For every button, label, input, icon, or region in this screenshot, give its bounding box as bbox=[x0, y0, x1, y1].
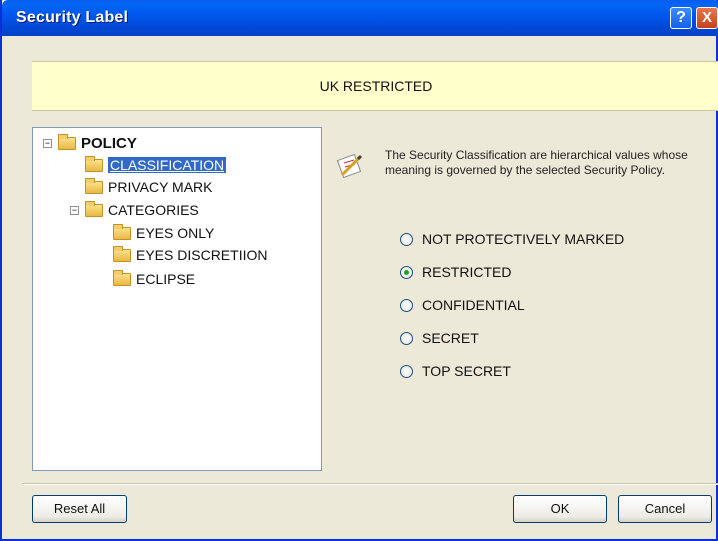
radio-button[interactable] bbox=[400, 331, 413, 345]
folder-icon bbox=[85, 155, 103, 172]
classification-description: The Security Classification are hierarch… bbox=[385, 148, 688, 177]
tree-item-privacy-mark[interactable]: PRIVACY MARK bbox=[85, 177, 213, 197]
option-secret[interactable]: SECRET bbox=[400, 328, 479, 348]
security-label-dialog: Security Label ? X UK RESTRICTED − POLIC… bbox=[0, 0, 718, 541]
classification-pane: The Security Classification are hierarch… bbox=[328, 127, 718, 471]
title-bar[interactable]: Security Label ? X bbox=[2, 0, 718, 36]
policy-tree[interactable]: − POLICY CLASSIFICATION PRIVACY MARK − C… bbox=[32, 127, 322, 471]
banner-text: UK RESTRICTED bbox=[319, 78, 433, 94]
tree-item-label: ECLIPSE bbox=[136, 271, 196, 287]
tree-item-label: EYES DISCRETIION bbox=[136, 247, 268, 263]
button-divider bbox=[22, 483, 718, 485]
help-icon: ? bbox=[676, 9, 686, 26]
security-label-banner: UK RESTRICTED bbox=[32, 61, 718, 111]
help-button[interactable]: ? bbox=[670, 7, 692, 29]
option-top-secret[interactable]: TOP SECRET bbox=[400, 361, 511, 381]
tree-item-policy[interactable]: − POLICY bbox=[43, 133, 137, 153]
option-label: CONFIDENTIAL bbox=[422, 297, 525, 313]
close-button[interactable]: X bbox=[696, 7, 718, 29]
close-icon: X bbox=[701, 9, 712, 26]
tree-item-label: CATEGORIES bbox=[108, 202, 199, 218]
tree-item-eclipse[interactable]: ECLIPSE bbox=[113, 269, 195, 289]
tree-item-eyes-only[interactable]: EYES ONLY bbox=[113, 223, 214, 243]
radio-button[interactable] bbox=[400, 298, 413, 312]
ok-button[interactable]: OK bbox=[513, 495, 607, 523]
reset-all-button[interactable]: Reset All bbox=[32, 495, 127, 523]
radio-button[interactable] bbox=[400, 364, 413, 378]
collapse-icon[interactable]: − bbox=[70, 205, 79, 215]
option-not-protectively-marked[interactable]: NOT PROTECTIVELY MARKED bbox=[400, 229, 624, 249]
tree-item-label: CLASSIFICATION bbox=[108, 157, 227, 173]
folder-icon bbox=[113, 223, 131, 240]
option-confidential[interactable]: CONFIDENTIAL bbox=[400, 295, 525, 315]
pen-and-paper-icon bbox=[336, 151, 364, 179]
tree-item-classification[interactable]: CLASSIFICATION bbox=[85, 155, 227, 175]
option-restricted[interactable]: RESTRICTED bbox=[400, 262, 511, 282]
tree-item-label: EYES ONLY bbox=[136, 225, 215, 241]
cancel-button[interactable]: Cancel bbox=[618, 495, 712, 523]
radio-button[interactable] bbox=[400, 265, 413, 279]
option-label: NOT PROTECTIVELY MARKED bbox=[422, 231, 625, 247]
option-label: SECRET bbox=[422, 330, 479, 346]
folder-icon bbox=[113, 269, 131, 286]
folder-icon bbox=[85, 177, 103, 194]
tree-item-label: PRIVACY MARK bbox=[108, 179, 213, 195]
window-title: Security Label bbox=[16, 9, 129, 26]
tree-item-categories[interactable]: − CATEGORIES bbox=[70, 200, 199, 220]
radio-button[interactable] bbox=[400, 232, 413, 246]
option-label: RESTRICTED bbox=[422, 264, 512, 280]
tree-item-label: POLICY bbox=[81, 134, 137, 152]
collapse-icon[interactable]: − bbox=[43, 138, 52, 148]
folder-icon bbox=[113, 245, 131, 262]
tree-item-eyes-discretion[interactable]: EYES DISCRETIION bbox=[113, 245, 267, 265]
folder-icon bbox=[85, 200, 103, 217]
option-label: TOP SECRET bbox=[422, 363, 511, 379]
folder-icon bbox=[58, 133, 76, 150]
